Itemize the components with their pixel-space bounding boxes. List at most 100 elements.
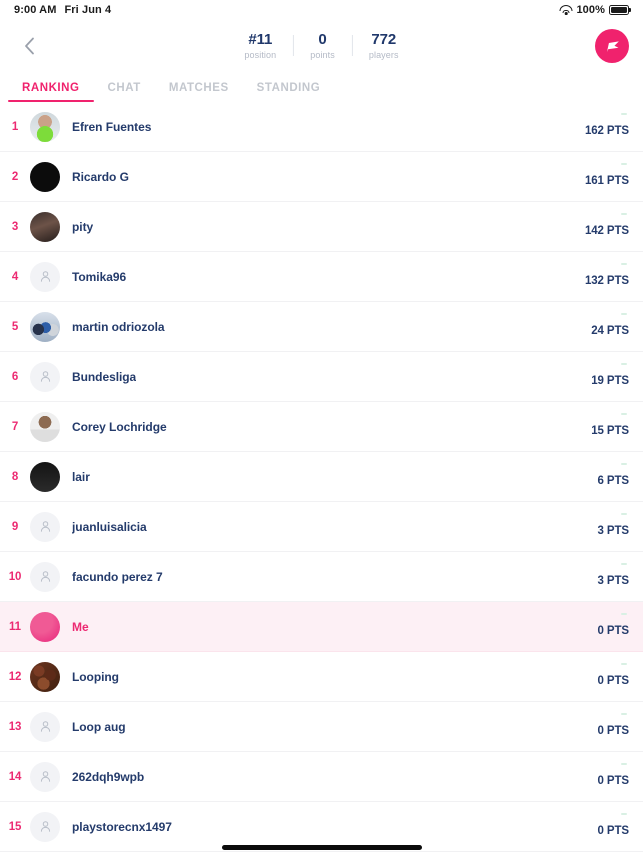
player-points: 0 PTS	[597, 824, 630, 837]
points-cell: 132 PTS	[585, 262, 629, 289]
ranking-row[interactable]: 12 Looping 0 PTS	[0, 652, 643, 702]
ranking-row[interactable]: 4 Tomika96 132 PTS	[0, 252, 643, 302]
player-points: 15 PTS	[591, 424, 629, 437]
ranking-row[interactable]: 2 Ricardo G 161 PTS	[0, 152, 643, 202]
tab-chat[interactable]: CHAT	[94, 82, 155, 102]
back-button[interactable]	[14, 31, 44, 61]
trend-indicator-icon	[621, 462, 627, 465]
rebel-emblem-avatar	[30, 161, 60, 192]
rank-number: 13	[8, 720, 22, 733]
player-name: Ricardo G	[72, 169, 129, 184]
player-name: playstorecnx1497	[72, 819, 172, 834]
points-cell: 3 PTS	[597, 512, 630, 539]
points-cell: 0 PTS	[598, 612, 629, 639]
home-indicator	[221, 845, 422, 850]
rank-number: 6	[11, 370, 19, 383]
ranking-row[interactable]: 8 lair 6 PTS	[0, 452, 643, 502]
points-cell: 0 PTS	[597, 662, 630, 689]
ranking-row[interactable]: 14 262dqh9wpb 0 PTS	[0, 752, 643, 802]
rank-number: 7	[11, 420, 19, 433]
player-name: lair	[72, 469, 90, 484]
player-name: Looping	[72, 669, 119, 684]
trend-indicator-icon	[621, 112, 627, 115]
person-icon	[40, 521, 50, 532]
person-placeholder-avatar	[30, 711, 60, 742]
avatar-image	[30, 111, 60, 142]
player-name: Loop aug	[72, 719, 126, 734]
rank-number: 2	[11, 170, 19, 183]
wifi-icon	[559, 5, 573, 15]
player-name: pity	[72, 219, 94, 234]
stat-points: 0 points	[293, 31, 352, 61]
tab-matches[interactable]: MATCHES	[155, 82, 243, 102]
person-placeholder-avatar	[30, 561, 60, 592]
player-points: 3 PTS	[597, 574, 630, 587]
nav-bar: #11 position 0 points 772 players	[0, 20, 643, 72]
league-logo-button[interactable]	[595, 29, 629, 63]
photo-avatar	[30, 411, 60, 442]
trend-indicator-icon	[621, 362, 627, 365]
trend-indicator-icon	[621, 512, 627, 515]
rank-number: 14	[8, 770, 22, 783]
photo-avatar	[30, 311, 60, 342]
points-cell: 0 PTS	[597, 712, 630, 739]
player-points: 6 PTS	[597, 474, 630, 487]
photo-avatar	[30, 211, 60, 242]
person-placeholder-avatar	[30, 361, 60, 392]
status-bar: 9:00 AM Fri Jun 4 100%	[0, 0, 643, 20]
battery-icon	[609, 5, 629, 15]
player-points: 0 PTS	[597, 724, 630, 737]
avatar-image	[30, 161, 60, 192]
trend-indicator-icon	[621, 812, 627, 815]
player-points: 24 PTS	[591, 324, 629, 337]
trend-indicator-icon	[621, 762, 627, 765]
player-name: facundo perez 7	[72, 569, 163, 584]
status-time: 9:00 AM	[14, 4, 57, 16]
stat-players: 772 players	[351, 31, 416, 61]
ranking-row[interactable]: 3 pity 142 PTS	[0, 202, 643, 252]
ranking-row[interactable]: 11 Me 0 PTS	[0, 602, 643, 652]
person-icon	[40, 821, 50, 832]
person-icon	[40, 571, 50, 582]
tab-bar: RANKING CHAT MATCHES STANDING	[0, 72, 643, 102]
trend-indicator-icon	[621, 262, 627, 265]
player-points: 161 PTS	[584, 174, 629, 187]
player-name: martin odriozola	[72, 319, 165, 334]
points-cell: 161 PTS	[584, 162, 629, 189]
ranking-row[interactable]: 5 martin odriozola 24 PTS	[0, 302, 643, 352]
player-name: juanluisalicia	[72, 519, 147, 534]
ranking-row[interactable]: 7 Corey Lochridge 15 PTS	[0, 402, 643, 452]
avatar-image	[30, 461, 60, 492]
ranking-list[interactable]: 1 Efren Fuentes 162 PTS 2 Ricardo G 161 PTS 3 p…	[0, 102, 643, 858]
person-placeholder-avatar	[30, 811, 60, 842]
ranking-row[interactable]: 6 Bundesliga 19 PTS	[0, 352, 643, 402]
player-name: 262dqh9wpb	[72, 769, 145, 784]
trend-indicator-icon	[621, 312, 627, 315]
photo-avatar	[30, 611, 60, 642]
stat-position-label: position	[244, 50, 277, 60]
player-points: 0 PTS	[597, 674, 630, 687]
ranking-row[interactable]: 9 juanluisalicia 3 PTS	[0, 502, 643, 552]
player-points: 162 PTS	[584, 124, 629, 137]
tab-standing[interactable]: STANDING	[243, 82, 335, 102]
avatar-image	[30, 661, 60, 692]
player-name: Bundesliga	[72, 369, 137, 384]
tab-ranking[interactable]: RANKING	[8, 82, 94, 102]
stat-players-value: 772	[371, 31, 397, 48]
points-cell: 162 PTS	[584, 112, 629, 139]
trend-indicator-icon	[621, 612, 627, 615]
rank-number: 10	[8, 570, 22, 583]
ranking-row[interactable]: 13 Loop aug 0 PTS	[0, 702, 643, 752]
player-points: 3 PTS	[597, 524, 630, 537]
person-icon	[40, 371, 50, 382]
photo-avatar	[30, 111, 60, 142]
points-cell: 0 PTS	[598, 762, 629, 789]
stat-points-value: 0	[318, 31, 327, 48]
status-bar-left: 9:00 AM Fri Jun 4	[14, 4, 111, 16]
points-cell: 6 PTS	[597, 462, 630, 489]
rank-number: 1	[11, 120, 19, 133]
rank-number: 5	[11, 320, 19, 333]
app-screen: 9:00 AM Fri Jun 4 100% #11 position 0 po…	[0, 0, 643, 858]
ranking-row[interactable]: 10 facundo perez 7 3 PTS	[0, 552, 643, 602]
ranking-row[interactable]: 1 Efren Fuentes 162 PTS	[0, 102, 643, 152]
